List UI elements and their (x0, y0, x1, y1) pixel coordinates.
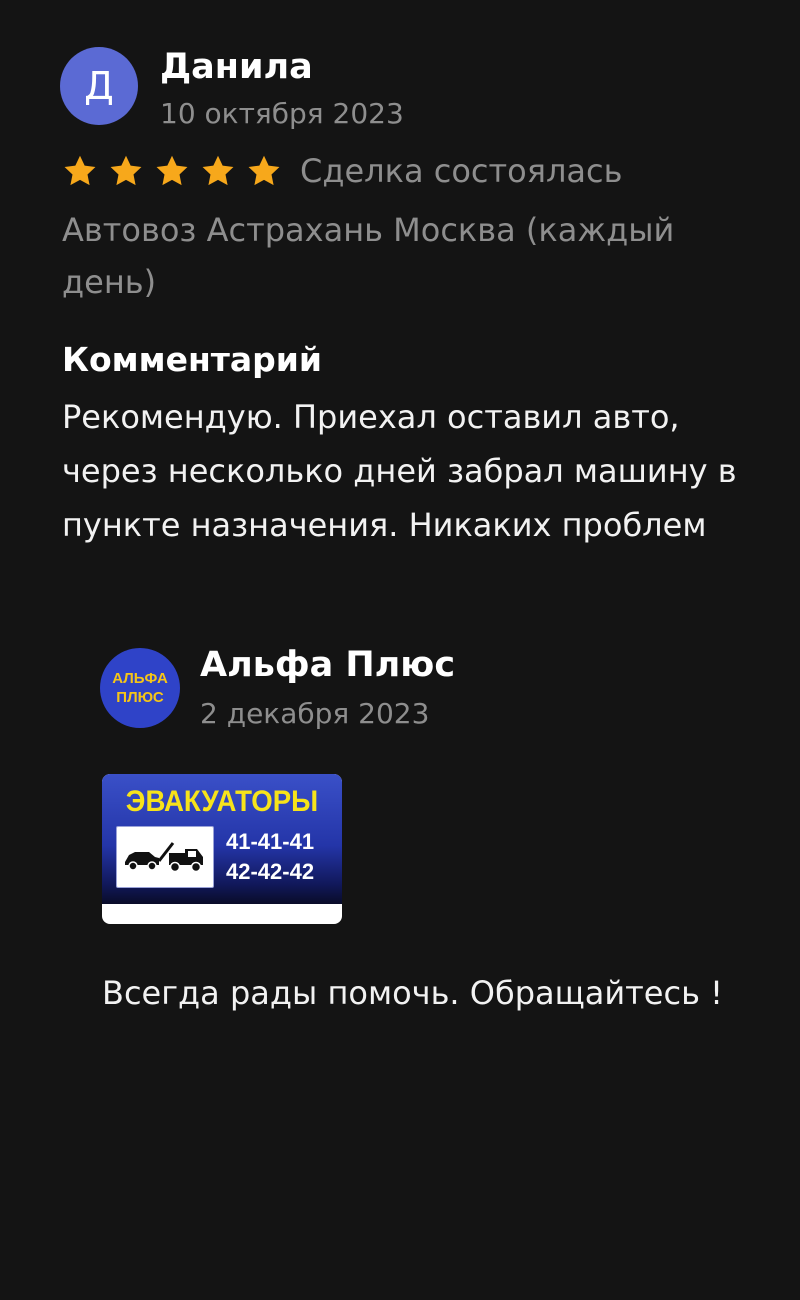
reviewer-name[interactable]: Данила (160, 42, 313, 92)
star-icon (62, 153, 98, 189)
reply-date: 2 декабря 2023 (200, 697, 430, 730)
listing-title[interactable]: Автовоз Астрахань Москва (каждый день) (62, 204, 762, 308)
banner-title: ЭВАКУАТОРЫ (125, 785, 319, 818)
avatar-letter: Д (84, 64, 114, 108)
star-icon (200, 153, 236, 189)
seller-name[interactable]: Альфа Плюс (200, 640, 455, 690)
banner-icon-box (116, 826, 214, 888)
comment-text: Рекомендую. Приехал оставил авто, через … (62, 398, 737, 544)
phone-number-1: 41-41-41 (226, 829, 315, 854)
reviewer-avatar[interactable]: Д (60, 47, 138, 125)
star-rating (62, 153, 292, 189)
seller-logo-line2: ПЛЮС (116, 689, 164, 706)
seller-logo-line1: АЛЬФА (112, 670, 168, 687)
star-icon (154, 153, 190, 189)
star-icon (246, 153, 282, 189)
seller-avatar[interactable]: АЛЬФА ПЛЮС (100, 648, 180, 728)
tow-truck-icon (121, 835, 209, 883)
phone-number-2: 42-42-42 (226, 859, 315, 884)
comment-heading: Комментарий (62, 340, 323, 379)
rating-row: Сделка состоялась (62, 146, 622, 196)
review-date: 10 октября 2023 (160, 97, 404, 130)
reply-image[interactable]: ЭВАКУАТОРЫ 41-41-41 42-42-42 (102, 774, 342, 924)
deal-status: Сделка состоялась (300, 152, 623, 190)
star-icon (108, 153, 144, 189)
reply-text: Всегда рады помочь. Обращайтесь ! (102, 974, 723, 1012)
